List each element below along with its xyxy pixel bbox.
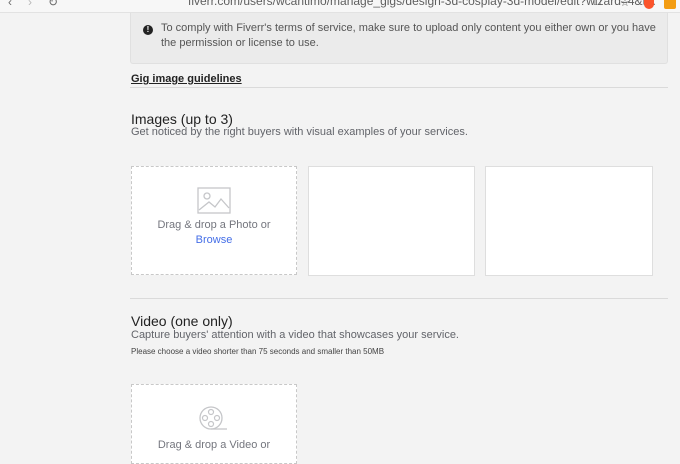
forward-arrow-icon[interactable]: ›: [28, 0, 32, 9]
video-subtitle: Capture buyers' attention with a video t…: [131, 329, 459, 341]
address-bar[interactable]: fiverr.com/users/wcantimo/manage_gigs/de…: [188, 0, 656, 8]
star-icon[interactable]: ☆: [620, 0, 630, 9]
info-icon: !: [143, 25, 153, 35]
images-title: Images (up to 3): [131, 111, 233, 127]
image-slot-2[interactable]: [308, 166, 475, 276]
images-subtitle: Get noticed by the right buyers with vis…: [131, 126, 468, 138]
extension-icon[interactable]: [664, 0, 676, 9]
video-requirements-note: Please choose a video shorter than 75 se…: [131, 347, 385, 356]
back-arrow-icon[interactable]: ‹: [8, 0, 12, 9]
bookmark-icon[interactable]: □: [594, 0, 601, 8]
browse-link[interactable]: Browse: [132, 234, 296, 246]
video-reel-icon: [199, 406, 227, 430]
video-title: Video (one only): [131, 313, 233, 329]
video-drop-text: Drag & drop a Video or: [157, 439, 271, 451]
terms-notice: ! To comply with Fiverr's terms of servi…: [130, 13, 668, 64]
photo-drop-text: Drag & drop a Photo or: [157, 219, 271, 231]
image-slot-3[interactable]: [485, 166, 653, 276]
video-dropzone[interactable]: Drag & drop a Video or: [131, 384, 297, 464]
image-placeholder-icon: [197, 187, 231, 214]
divider: [130, 298, 668, 299]
browser-toolbar: ‹ › ↻ fiverr.com/users/wcantimo/manage_g…: [0, 0, 680, 13]
photo-dropzone[interactable]: Drag & drop a Photo or Browse: [131, 166, 297, 275]
notice-text: To comply with Fiverr's terms of service…: [161, 22, 656, 49]
divider: [130, 87, 668, 88]
gig-image-guidelines-link[interactable]: Gig image guidelines: [131, 73, 242, 85]
reload-icon[interactable]: ↻: [48, 0, 58, 9]
